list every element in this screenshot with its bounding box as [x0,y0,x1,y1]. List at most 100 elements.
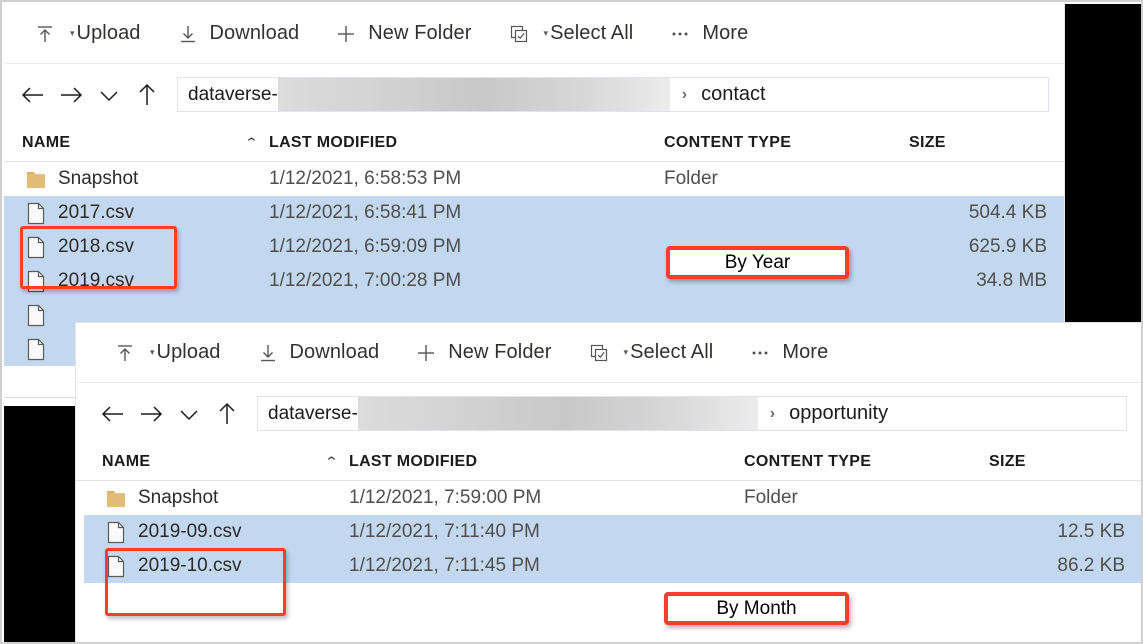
address-bar[interactable]: dataverse- › opportunity [257,396,1127,431]
column-header-last-modified[interactable]: LAST MODIFIED [349,453,744,471]
chevron-down-icon[interactable] [92,78,125,111]
path-leaf: contact [701,83,766,105]
row-size-label: 504.4 KB [968,202,1047,223]
arrow-left-icon[interactable] [96,397,129,430]
row-size-label: 12.5 KB [1057,521,1125,542]
plus-icon [413,340,439,366]
more-button[interactable]: More [657,12,758,56]
select-all-label: Select All [630,341,714,363]
upload-icon [32,21,58,47]
annotation-label-by-year: By Year [666,246,849,279]
new-folder-button[interactable]: New Folder [403,331,561,375]
more-button[interactable]: More [737,331,838,375]
ellipsis-icon [747,340,773,366]
table-row[interactable]: Snapshot 1/12/2021, 6:58:53 PM Folder [4,162,1064,196]
arrow-right-icon[interactable] [134,397,167,430]
row-modified-label: 1/12/2021, 6:58:53 PM [269,168,462,189]
chevron-down-icon: ▾ [623,347,629,357]
select-all-icon [586,340,612,366]
sort-ascending-icon: ⌃ [244,135,259,150]
upload-icon [112,340,138,366]
table-row[interactable]: 2019-09.csv 1/12/2021, 7:11:40 PM 12.5 K… [84,515,1141,549]
file-list-header: NAME ⌃ LAST MODIFIED CONTENT TYPE SIZE [4,125,1064,162]
download-label: Download [289,341,380,363]
file-icon [26,304,46,327]
upload-label: Upload [76,22,141,44]
table-row[interactable]: Snapshot 1/12/2021, 7:59:00 PM Folder [84,481,1141,515]
file-icon [106,521,126,544]
row-modified-label: 1/12/2021, 7:11:40 PM [349,521,540,542]
path-prefix: dataverse- [188,83,278,105]
column-header-content-type-label: CONTENT TYPE [664,134,792,151]
background-fill-left [4,406,75,642]
file-list-header: NAME ⌃ LAST MODIFIED CONTENT TYPE SIZE [76,444,1141,481]
ellipsis-icon [667,21,693,47]
new-folder-label: New Folder [368,22,472,44]
column-header-name[interactable]: NAME ⌃ [84,453,349,471]
table-row[interactable]: 2017.csv 1/12/2021, 6:58:41 PM 504.4 KB [4,196,1064,230]
column-header-size-label: SIZE [989,453,1026,470]
chevron-down-icon: ▾ [543,28,549,38]
row-modified-label: 1/12/2021, 7:00:28 PM [269,270,462,291]
folder-icon [26,168,46,191]
path-redacted-block [277,78,670,111]
background-fill-right [1065,4,1141,322]
column-header-last-modified-label: LAST MODIFIED [269,134,398,151]
annotation-box-by-year [20,226,177,289]
arrow-up-icon[interactable] [130,78,163,111]
select-all-icon [506,21,532,47]
folder-icon [106,487,126,510]
column-header-size[interactable]: SIZE [909,134,1064,152]
upload-button[interactable]: ▾ Upload [102,331,231,375]
path-separator-icon: › [769,404,776,422]
file-icon [26,338,46,361]
sort-ascending-icon: ⌃ [324,454,339,469]
row-size-label: 625.9 KB [968,236,1047,257]
column-header-size-label: SIZE [909,134,946,151]
download-button[interactable]: Download [245,331,390,375]
row-modified-label: 1/12/2021, 7:59:00 PM [349,487,542,508]
more-label: More [702,22,749,44]
select-all-button[interactable]: ▾ Select All [576,331,724,375]
column-header-name-label: NAME [22,134,71,151]
column-header-name-label: NAME [102,453,151,470]
upload-button[interactable]: ▾ Upload [22,12,151,56]
annotation-label-by-month-text: By Month [716,597,797,619]
column-header-name[interactable]: NAME ⌃ [4,134,269,152]
path-separator-icon: › [681,85,688,103]
row-type-label: Folder [664,168,718,189]
select-all-label: Select All [550,22,634,44]
path-bar: dataverse- › contact [4,64,1064,125]
row-type-label: Folder [744,487,798,508]
path-leaf: opportunity [789,402,889,424]
annotation-label-by-year-text: By Year [724,251,791,273]
command-bar: ▾ Upload Download New Folder ▾ Select Al… [4,4,1064,64]
row-name-cell: 2019-09.csv [84,521,349,544]
row-name-label: Snapshot [138,487,219,508]
screenshot-root: ▾ Upload Download New Folder ▾ Select Al… [0,0,1143,644]
row-modified-label: 1/12/2021, 6:58:41 PM [269,202,462,223]
select-all-button[interactable]: ▾ Select All [496,12,644,56]
command-bar: ▾ Upload Download New Folder ▾ Select Al… [76,323,1141,383]
row-size-label: 86.2 KB [1057,555,1125,576]
download-button[interactable]: Download [165,12,310,56]
arrow-up-icon[interactable] [210,397,243,430]
column-header-content-type[interactable]: CONTENT TYPE [744,453,989,471]
download-label: Download [209,22,300,44]
chevron-down-icon[interactable] [172,397,205,430]
column-header-content-type-label: CONTENT TYPE [744,453,872,470]
row-name-cell: Snapshot [84,487,349,510]
chevron-down-icon: ▾ [150,347,155,357]
annotation-label-by-month: By Month [664,592,849,625]
row-modified-label: 1/12/2021, 6:59:09 PM [269,236,462,257]
column-header-last-modified[interactable]: LAST MODIFIED [269,134,664,152]
new-folder-button[interactable]: New Folder [323,12,481,56]
arrow-left-icon[interactable] [16,78,49,111]
row-name-label: Snapshot [58,168,139,189]
column-header-content-type[interactable]: CONTENT TYPE [664,134,909,152]
column-header-size[interactable]: SIZE [989,453,1141,471]
arrow-right-icon[interactable] [54,78,87,111]
address-bar[interactable]: dataverse- › contact [177,77,1049,112]
upload-label: Upload [156,341,221,363]
row-name-cell: 2017.csv [4,202,269,225]
